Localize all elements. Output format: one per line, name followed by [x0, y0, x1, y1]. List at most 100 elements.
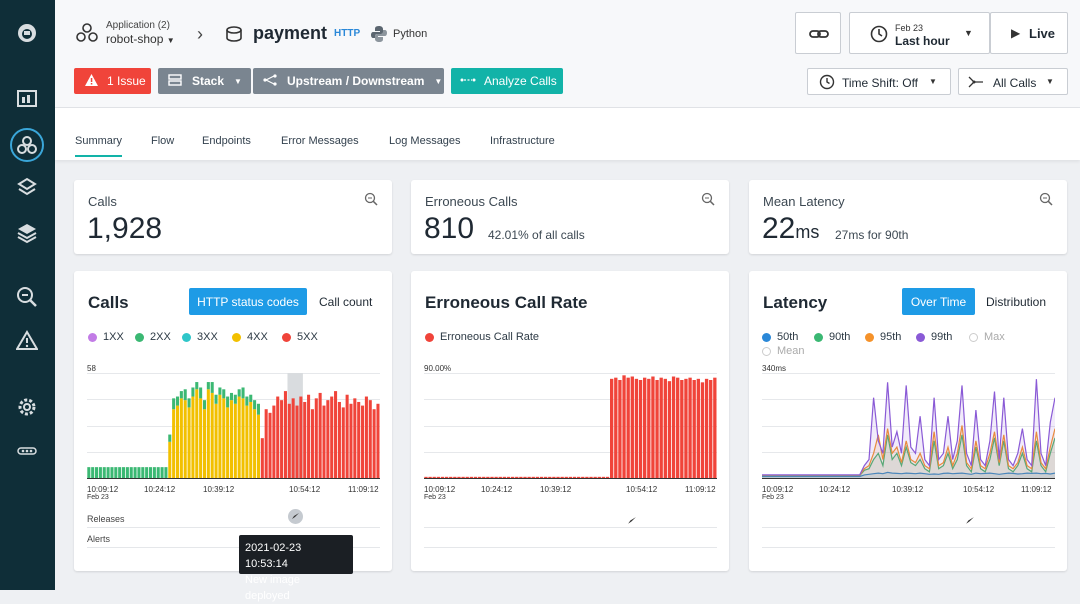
- releases-label: Releases: [87, 514, 125, 524]
- calls-legend-item-2xx[interactable]: 2XX: [135, 331, 171, 343]
- bar-erroneous-rate: [568, 476, 573, 478]
- erroneous-rate-chart-card: Erroneous Call Rate Erroneous Call Rate …: [411, 271, 729, 571]
- bar-5xx: [341, 407, 345, 478]
- tab-summary[interactable]: Summary: [75, 135, 123, 157]
- calls-legend-item-1xx[interactable]: 1XX: [88, 331, 124, 343]
- bar-2xx: [229, 392, 233, 401]
- mean-latency-kpi-value: 22ms: [762, 212, 819, 246]
- erroneous-rate-legend-item[interactable]: Erroneous Call Rate: [425, 331, 539, 343]
- bar-2xx: [141, 467, 145, 478]
- call-count-toggle[interactable]: Call count: [319, 295, 372, 309]
- tab-log-messages[interactable]: Log Messages: [389, 135, 461, 147]
- time-shift-button[interactable]: Time Shift: Off ▼: [807, 68, 951, 95]
- tab-endpoints[interactable]: Endpoints: [202, 135, 251, 147]
- bar-erroneous-rate: [424, 476, 428, 478]
- database-icon: [225, 25, 243, 48]
- zoom-icon[interactable]: [701, 192, 715, 211]
- latency-legend-item-90th[interactable]: 90th: [814, 331, 850, 343]
- tab-infrastructure[interactable]: Infrastructure: [490, 135, 555, 147]
- calls-chart-svg[interactable]: [87, 373, 380, 483]
- release-rocket-icon[interactable]: [965, 513, 975, 531]
- stack-button[interactable]: Stack ▼: [158, 68, 251, 94]
- bar-4xx: [206, 389, 210, 478]
- erroneous-rate-chart-title: Erroneous Call Rate: [425, 293, 588, 312]
- bar-erroneous-rate: [494, 476, 498, 478]
- application-selector[interactable]: robot-shop ▼: [106, 32, 175, 46]
- latency-chart-svg[interactable]: [762, 373, 1055, 483]
- over-time-toggle[interactable]: Over Time: [902, 288, 975, 315]
- bar-5xx: [322, 405, 326, 478]
- services-icon[interactable]: [12, 172, 42, 202]
- latency-legend-item-mean[interactable]: Mean: [762, 345, 805, 357]
- bar-erroneous-rate: [605, 476, 610, 478]
- latency-legend-item-50th[interactable]: 50th: [762, 331, 798, 343]
- websites-icon[interactable]: [12, 84, 42, 114]
- bar-erroneous-rate: [453, 476, 457, 478]
- logo-icon[interactable]: [12, 18, 42, 48]
- http-status-codes-toggle[interactable]: HTTP status codes: [189, 288, 307, 315]
- bar-5xx: [307, 394, 311, 478]
- bar-5xx: [368, 400, 372, 478]
- bar-erroneous-rate: [465, 476, 469, 478]
- release-rocket-icon[interactable]: [627, 513, 637, 531]
- bar-5xx: [318, 392, 322, 478]
- latency-legend-item-99th[interactable]: 99th: [916, 331, 952, 343]
- analytics-icon[interactable]: [12, 282, 42, 312]
- zoom-icon[interactable]: [1039, 192, 1053, 211]
- calls-x-tick-1: 10:24:12: [144, 485, 176, 494]
- erroneous-rate-chart-svg[interactable]: [424, 373, 717, 483]
- bar-2xx: [226, 396, 230, 408]
- more-icon[interactable]: [12, 436, 42, 466]
- bar-erroneous-rate: [622, 375, 626, 478]
- calls-x-tick-4: 11:09:12: [348, 485, 379, 494]
- issue-button[interactable]: 1 Issue: [74, 68, 151, 94]
- legend-dot-50th: [762, 332, 771, 342]
- bar-erroneous-rate: [482, 476, 486, 478]
- bar-2xx: [218, 387, 222, 395]
- time-shift-label: Time Shift: Off: [842, 76, 919, 90]
- calls-legend-item-4xx[interactable]: 4XX: [232, 331, 268, 343]
- latency-legend-item-95th[interactable]: 95th: [865, 331, 901, 343]
- latency-legend-item-max[interactable]: Max: [969, 331, 1005, 343]
- legend-dot-99th: [916, 332, 925, 342]
- bar-erroneous-rate: [651, 376, 655, 478]
- zoom-icon[interactable]: [364, 192, 378, 211]
- tab-flow[interactable]: Flow: [151, 135, 174, 147]
- bar-2xx: [253, 400, 257, 410]
- release-marker-icon[interactable]: [288, 509, 303, 524]
- distribution-toggle[interactable]: Distribution: [986, 295, 1046, 309]
- live-button[interactable]: ▶ Live: [990, 12, 1068, 54]
- bar-2xx: [91, 467, 95, 478]
- err-y-max-label: 90.00%: [424, 364, 452, 373]
- bar-erroneous-rate: [663, 378, 667, 478]
- calls-kpi-card: Calls 1,928: [74, 180, 392, 254]
- infrastructure-icon[interactable]: [12, 218, 42, 248]
- chevron-right-icon: ›: [197, 24, 203, 44]
- calls-chart-card: Calls HTTP status codes Call count 1XX 2…: [74, 271, 392, 571]
- bar-5xx: [361, 405, 365, 478]
- analyze-calls-button[interactable]: Analyze Calls: [451, 68, 563, 94]
- mean-latency-unit: ms: [795, 222, 820, 242]
- legend-dot-3xx: [182, 332, 191, 342]
- link-button[interactable]: [795, 12, 841, 54]
- bar-2xx: [129, 467, 133, 478]
- bar-2xx: [168, 434, 172, 442]
- bar-erroneous-rate: [510, 476, 515, 478]
- calls-legend-item-5xx[interactable]: 5XX: [282, 331, 318, 343]
- live-label: Live: [1029, 26, 1056, 41]
- all-calls-filter[interactable]: All Calls ▼: [958, 68, 1068, 95]
- events-icon[interactable]: [12, 326, 42, 356]
- legend-dot-5xx: [282, 332, 291, 342]
- bar-erroneous-rate: [667, 381, 672, 478]
- settings-icon[interactable]: [12, 392, 42, 422]
- upstream-downstream-button[interactable]: Upstream / Downstream ▼: [253, 68, 444, 94]
- tab-error-messages[interactable]: Error Messages: [281, 135, 359, 147]
- time-range-picker[interactable]: Feb 23 Last hour ▼: [849, 12, 990, 54]
- bar-5xx: [272, 405, 276, 478]
- calls-legend-item-3xx[interactable]: 3XX: [182, 331, 218, 343]
- legend-dot-2xx: [135, 332, 144, 342]
- bar-4xx: [202, 409, 207, 478]
- bar-erroneous-rate: [614, 377, 618, 478]
- applications-icon[interactable]: [10, 128, 44, 162]
- bar-4xx: [229, 400, 233, 478]
